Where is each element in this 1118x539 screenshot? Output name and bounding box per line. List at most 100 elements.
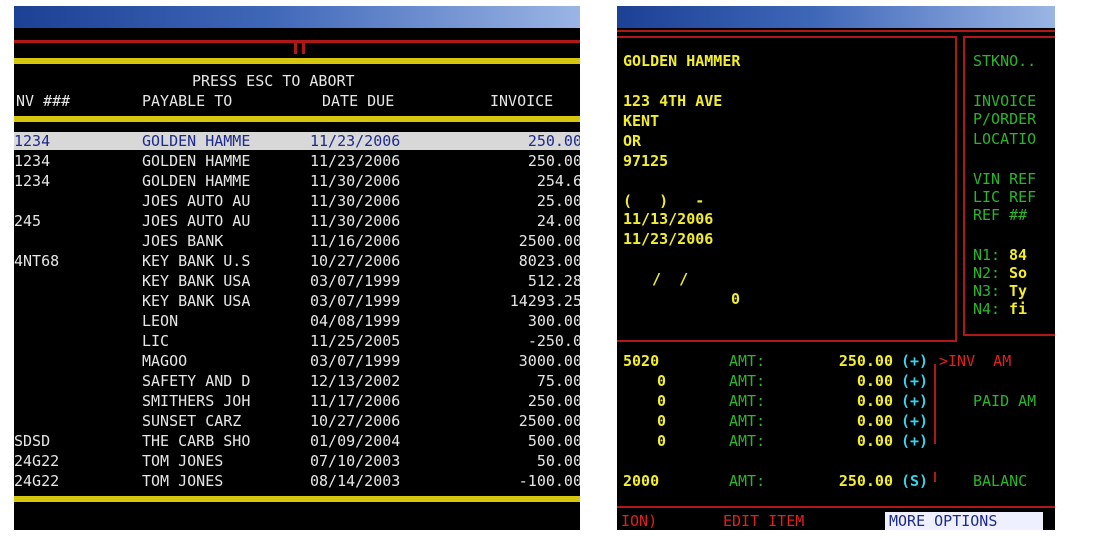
zero-value[interactable]: 0 [731, 290, 740, 308]
red-tick [294, 40, 297, 54]
table-row[interactable]: MAGOO 03/07/1999 3000.00 [6, 352, 588, 370]
n1-value[interactable]: 84 [1009, 246, 1027, 264]
table-row[interactable]: 1234 GOLDEN HAMME 11/23/2006 250.00 [6, 152, 588, 170]
row-amount: 24.00 [536, 212, 582, 230]
row-payee: SUNSET CARZ [142, 412, 242, 430]
amount-sign[interactable]: (+) [901, 352, 931, 370]
n3-value[interactable]: Ty [1009, 282, 1027, 300]
amount-account[interactable]: 0 [657, 392, 717, 410]
col-invoice-header: INVOICE [490, 92, 554, 110]
abort-hint: PRESS ESC TO ABORT [192, 72, 355, 90]
more-options-label: MORE OPTIONS [889, 512, 998, 530]
row-date: 11/30/2006 [310, 212, 401, 230]
amount-account[interactable]: 0 [657, 412, 717, 430]
row-inv: 1234 [14, 152, 51, 170]
table-row[interactable]: LIC 11/25/2005 -250.0 [6, 332, 588, 350]
amount-value[interactable]: 250.00 [817, 352, 893, 370]
row-amount: -100.00 [518, 472, 582, 490]
table-row[interactable]: SAFETY AND D 12/13/2002 75.00 [6, 372, 588, 390]
n2-label: N2: [973, 264, 1001, 282]
torn-edge-left [6, 6, 14, 530]
row-payee: SAFETY AND D [142, 372, 251, 390]
amount-value[interactable]: 0.00 [817, 412, 893, 430]
vendor-zip[interactable]: 97125 [623, 152, 668, 170]
row-date: 11/17/2006 [310, 392, 401, 410]
row-payee: GOLDEN HAMME [142, 132, 251, 150]
red-tick [302, 40, 305, 54]
table-row[interactable]: 4NT68 KEY BANK U.S 10/27/2006 8023.00 [6, 252, 588, 270]
table-row[interactable]: JOES BANK 11/16/2006 2500.00 [6, 232, 588, 250]
row-amount: 512.28 [527, 272, 582, 290]
row-payee: LIC [142, 332, 170, 350]
empty-date[interactable]: / / [643, 270, 688, 288]
row-date: 04/08/1999 [310, 312, 401, 330]
table-row[interactable]: SDSD THE CARB SHO 01/09/2004 500.00 [6, 432, 588, 450]
more-options-button[interactable]: MORE OPTIONS [885, 512, 1043, 530]
table-row[interactable]: KEY BANK USA 03/07/1999 14293.25 [6, 292, 588, 310]
col-date-header: DATE DUE [322, 92, 395, 110]
amt-label: AMT: [729, 392, 766, 410]
amt-label: AMT: [729, 432, 766, 450]
row-payee: KEY BANK USA [142, 272, 251, 290]
bracket-line-total [934, 472, 936, 482]
row-inv: 1234 [14, 172, 51, 190]
table-row[interactable]: SUNSET CARZ 10/27/2006 2500.00 [6, 412, 588, 430]
amount-value[interactable]: 0.00 [817, 432, 893, 450]
row-payee: TOM JONES [142, 472, 224, 490]
table-row[interactable]: 245 JOES AUTO AU 11/30/2006 24.00 [6, 212, 588, 230]
vendor-state[interactable]: OR [623, 132, 641, 150]
row-date: 03/07/1999 [310, 292, 401, 310]
vendor-phone[interactable]: ( ) - [623, 192, 704, 210]
table-row[interactable]: JOES AUTO AU 11/30/2006 25.00 [6, 192, 588, 210]
row-date: 11/25/2005 [310, 332, 401, 350]
invoice-date[interactable]: 11/13/2006 [623, 210, 713, 228]
row-payee: SMITHERS JOH [142, 392, 251, 410]
due-date[interactable]: 11/23/2006 [623, 230, 713, 248]
table-row[interactable]: KEY BANK USA 03/07/1999 512.28 [6, 272, 588, 290]
n4-value[interactable]: fi [1009, 300, 1027, 318]
row-payee: THE CARB SHO [142, 432, 251, 450]
vendor-city[interactable]: KENT [623, 112, 659, 130]
header-top-bar [6, 58, 588, 64]
edit-item-option[interactable]: EDIT ITEM [723, 512, 804, 530]
row-payee: KEY BANK USA [142, 292, 251, 310]
table-row[interactable]: 1234 GOLDEN HAMME 11/30/2006 254.6 [6, 172, 588, 190]
lic-ref-label: LIC REF [973, 188, 1037, 206]
vin-ref-label: VIN REF [973, 170, 1037, 188]
amount-sign[interactable]: (+) [901, 412, 931, 430]
table-row[interactable]: SMITHERS JOH 11/17/2006 250.00 [6, 392, 588, 410]
row-inv: 1234 [14, 132, 51, 150]
table-row[interactable]: LEON 04/08/1999 300.00 [6, 312, 588, 330]
bracket-line [934, 364, 936, 444]
vendor-address[interactable]: 123 4TH AVE [623, 92, 722, 110]
total-sign[interactable]: (S) [901, 472, 928, 490]
porder-label: P/ORDER [973, 110, 1037, 128]
amount-sign[interactable]: (+) [901, 372, 931, 390]
total-amount[interactable]: 250.00 [817, 472, 893, 490]
row-date: 11/23/2006 [310, 132, 401, 150]
inv-amount-label: >INV AM [939, 352, 1012, 370]
amount-sign[interactable]: (+) [901, 392, 931, 410]
header-bottom-bar [6, 116, 588, 122]
n4-label: N4: [973, 300, 1001, 318]
table-row[interactable]: 24G22 TOM JONES 07/10/2003 50.00 [6, 452, 588, 470]
row-amount: 254.6 [536, 172, 582, 190]
option-fragment[interactable]: ION) [621, 512, 657, 530]
row-amount: -250.0 [527, 332, 582, 350]
amount-account[interactable]: 0 [657, 432, 717, 450]
row-amount: 3000.00 [518, 352, 582, 370]
row-date: 11/30/2006 [310, 172, 401, 190]
paid-amount-label: PAID AM [973, 392, 1037, 410]
amount-value[interactable]: 0.00 [817, 372, 893, 390]
vendor-name[interactable]: GOLDEN HAMMER [623, 52, 740, 70]
amount-sign[interactable]: (+) [901, 432, 931, 450]
table-row[interactable]: 1234 GOLDEN HAMME 11/23/2006 250.00 [6, 132, 588, 150]
amount-value[interactable]: 0.00 [817, 392, 893, 410]
amount-account[interactable]: 0 [657, 372, 717, 390]
total-account[interactable]: 2000 [623, 472, 659, 490]
amount-account[interactable]: 5020 [623, 352, 683, 370]
row-payee: LEON [142, 312, 179, 330]
table-row[interactable]: 24G22 TOM JONES 08/14/2003 -100.00 [6, 472, 588, 490]
top-red-line [611, 30, 1061, 32]
n2-value[interactable]: So [1009, 264, 1027, 282]
